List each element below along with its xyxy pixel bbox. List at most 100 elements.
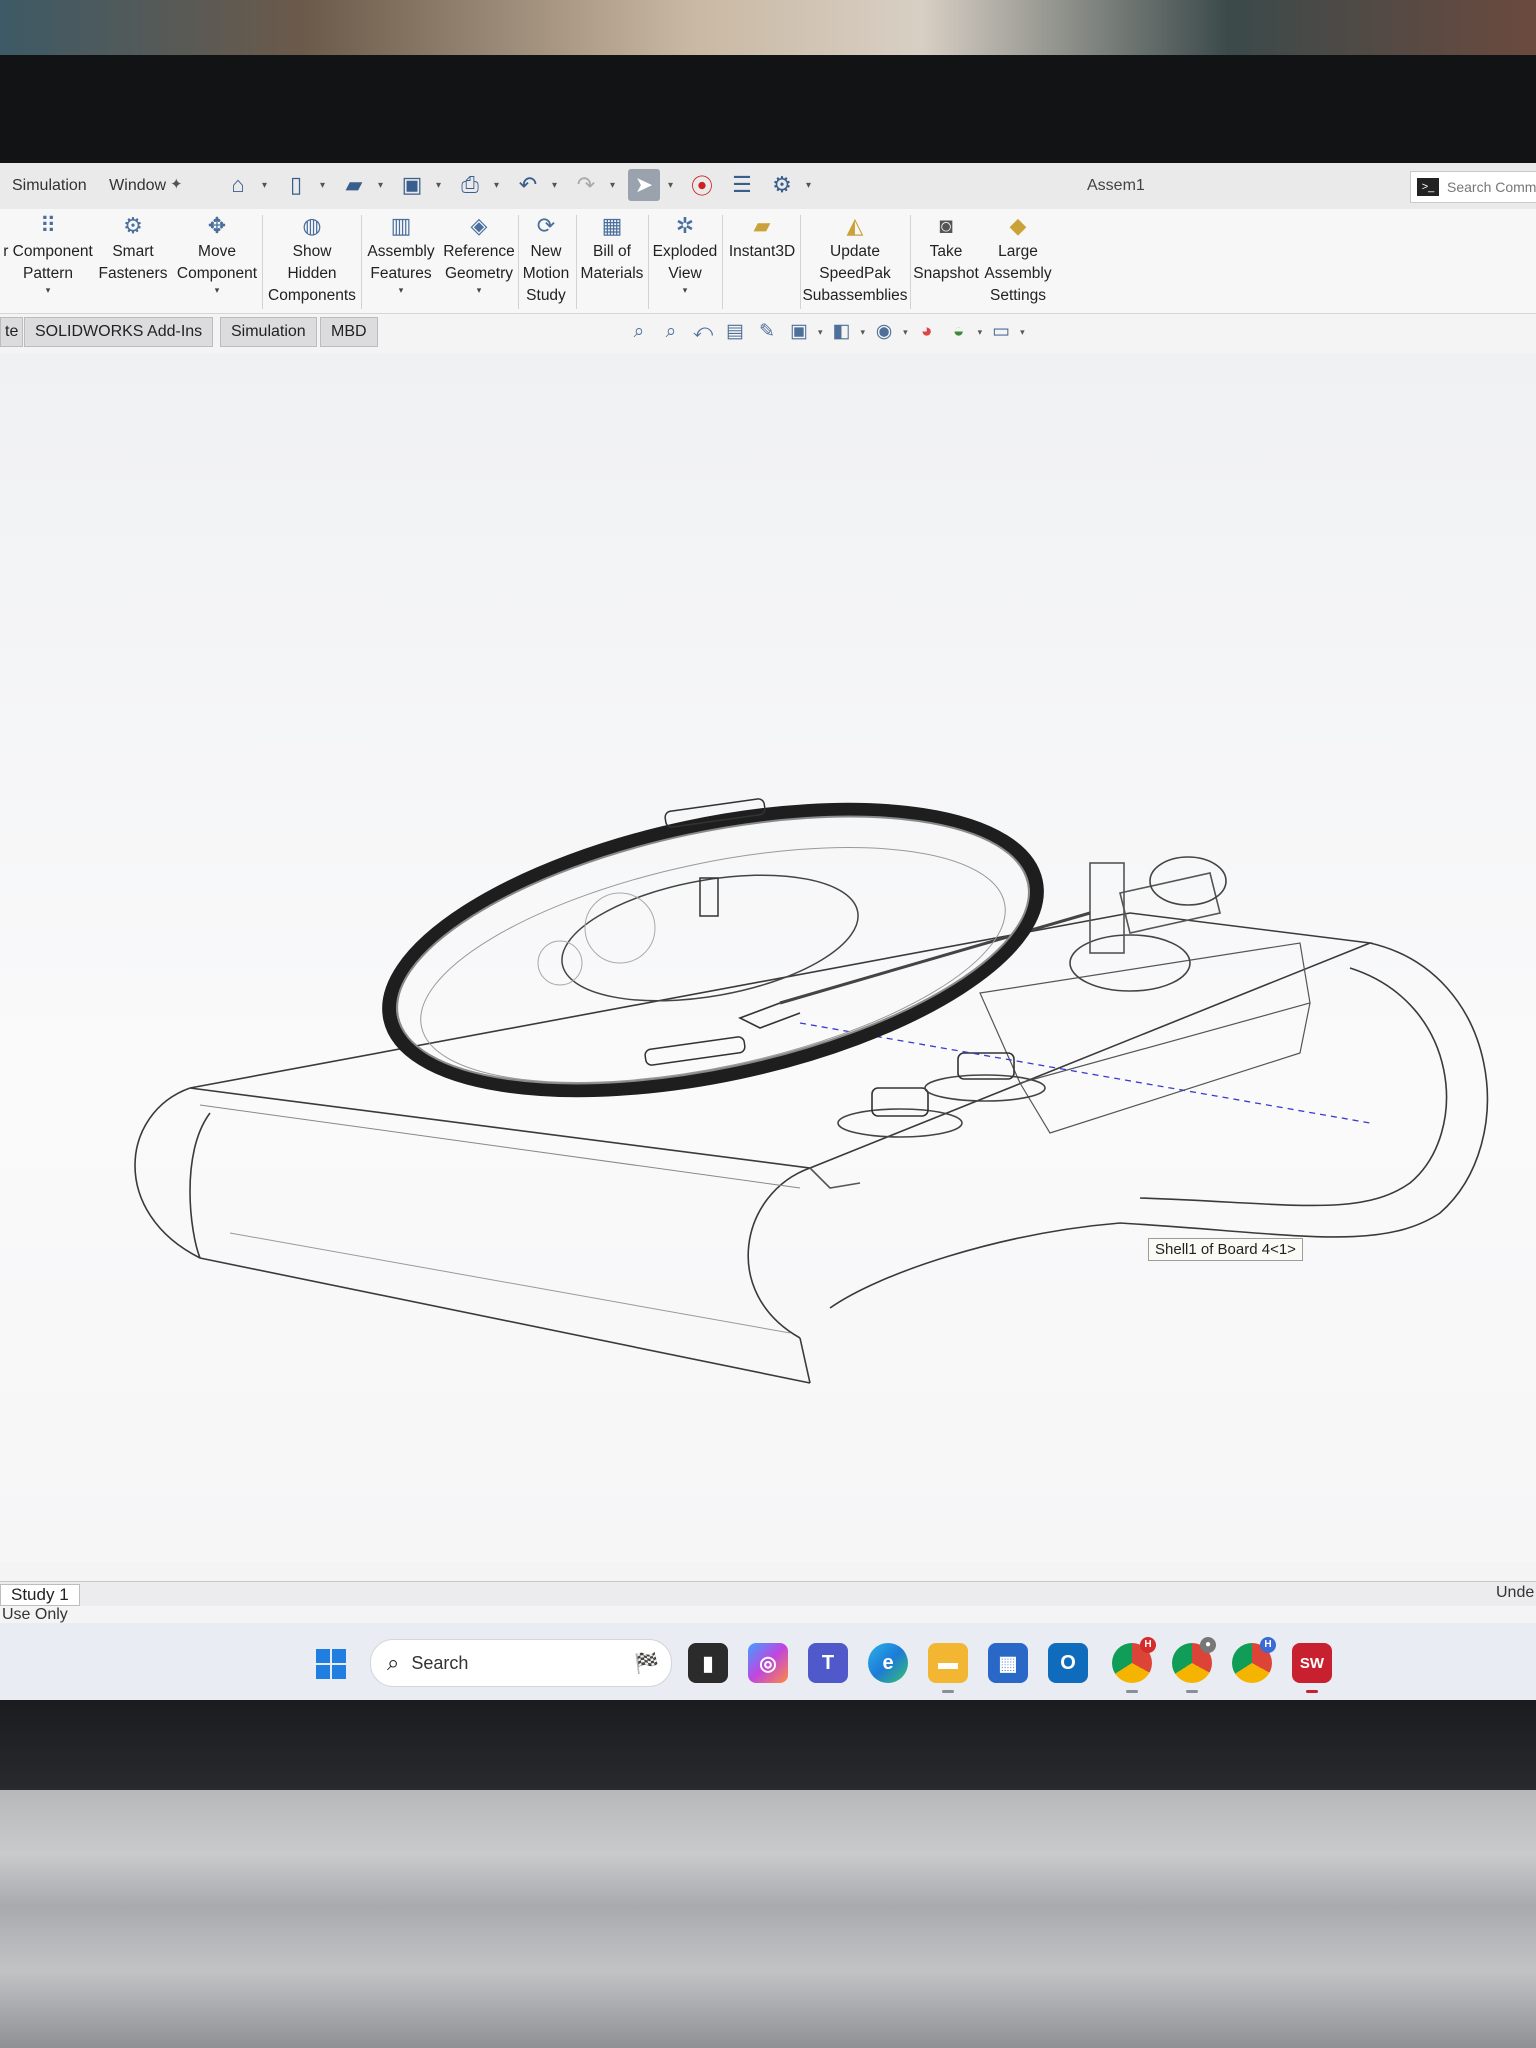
reference-geometry-label: Reference Geometry (443, 243, 515, 282)
camera-icon: ◙ (939, 213, 953, 238)
section-view-icon[interactable]: ▤ (722, 319, 748, 345)
new-document-icon[interactable]: ▯ (280, 169, 312, 201)
new-motion-study-button[interactable]: ⟳ New Motion Study (518, 213, 574, 307)
component-pattern-label: r Component Pattern (3, 243, 93, 282)
quick-access-toolbar: ⌂ ▾ ▯ ▾ ▰ ▾ ▣ ▾ ⎙ ▾ ↶ ▾ ↷ ▾ ➤ ▾ ⦿ ☰ ⚙ ▾ (222, 169, 816, 201)
edit-appearance-icon[interactable]: ◕ (914, 319, 940, 345)
tab-study-1[interactable]: Study 1 (0, 1584, 80, 1606)
smart-fasteners-icon: ⚙ (123, 213, 143, 238)
status-bar: Study 1 Unde (0, 1581, 1536, 1606)
update-speedpak-button[interactable]: ◭ Update SpeedPak Subassemblies (800, 213, 910, 307)
task-view-icon[interactable]: ▮ (688, 1643, 728, 1683)
edge-browser-icon[interactable]: e (868, 1643, 908, 1683)
speedpak-icon: ◭ (846, 213, 864, 238)
move-component-button[interactable]: ✥ Move Component ▾ (170, 213, 264, 295)
tab-solidworks-add-ins[interactable]: SOLIDWORKS Add-Ins (24, 317, 214, 347)
taskbar-search-label: Search (411, 1652, 469, 1673)
status-right-text: Unde (1496, 1584, 1535, 1601)
display-style-icon[interactable]: ◧ (829, 319, 855, 345)
pin-icon[interactable]: ✦ (170, 175, 183, 193)
instant3d-button[interactable]: ▰ Instant3D (724, 213, 800, 263)
chevron-down-icon[interactable]: ▾ (650, 285, 720, 295)
bill-of-materials-label: Bill of Materials (580, 243, 644, 282)
large-assembly-settings-label: Large Assembly Settings (984, 243, 1052, 304)
assembly-features-button[interactable]: ▥ Assembly Features ▾ (362, 213, 440, 295)
zoom-to-fit-icon[interactable]: ⌕ (626, 319, 652, 345)
turntable-wireframe-model[interactable] (0, 353, 1536, 1563)
smart-fasteners-button[interactable]: ⚙ Smart Fasteners (98, 213, 168, 285)
motion-study-icon: ⟳ (536, 213, 556, 238)
take-snapshot-label: Take Snapshot (913, 243, 979, 282)
traffic-light-icon[interactable]: ⦿ (686, 169, 718, 201)
select-cursor-icon[interactable]: ➤ (628, 169, 660, 201)
outlook-icon[interactable]: O (1048, 1643, 1088, 1683)
hide-show-items-icon[interactable]: ◉ (871, 319, 897, 345)
exploded-view-button[interactable]: ✲ Exploded View ▾ (650, 213, 720, 295)
home-icon[interactable]: ⌂ (222, 169, 254, 201)
file-explorer-icon[interactable]: ▬ (928, 1643, 968, 1693)
tab-simulation[interactable]: Simulation (220, 317, 317, 347)
reference-geometry-icon: ◈ (470, 213, 488, 238)
chrome-profile-3-icon[interactable]: H (1232, 1637, 1276, 1683)
print-icon[interactable]: ⎙ (454, 169, 486, 201)
laptop-screen: Simulation Window ✦ ⌂ ▾ ▯ ▾ ▰ ▾ ▣ ▾ ⎙ ▾ ↶ ▾ ↷ ▾… (0, 163, 1536, 1703)
copilot-icon[interactable]: ◎ (748, 1643, 788, 1683)
tab-mbd[interactable]: MBD (320, 317, 378, 347)
chevron-down-icon[interactable]: ▾ (0, 285, 96, 295)
windows-start-icon[interactable] (316, 1649, 346, 1679)
move-component-icon: ✥ (207, 213, 227, 238)
search-commands-placeholder: Search Comm (1447, 179, 1536, 195)
save-icon[interactable]: ▣ (396, 169, 428, 201)
open-folder-icon[interactable]: ▰ (338, 169, 370, 201)
reference-geometry-button[interactable]: ◈ Reference Geometry ▾ (440, 213, 518, 295)
take-snapshot-button[interactable]: ◙ Take Snapshot (910, 213, 982, 285)
menu-item-window[interactable]: Window (109, 177, 166, 194)
instant3d-icon: ▰ (753, 213, 771, 238)
previous-view-icon[interactable]: ⤺ (690, 319, 716, 345)
chevron-down-icon[interactable]: ▾ (440, 285, 518, 295)
windows-taskbar: ⌕ Search 🏁 ▮ ◎ T e ▬ ▦ O H ● H SW (0, 1623, 1536, 1701)
chrome-profile-1-icon[interactable]: H (1112, 1637, 1156, 1693)
command-prompt-icon: >_ (1417, 178, 1439, 196)
large-assembly-settings-button[interactable]: ◆ Large Assembly Settings (980, 213, 1056, 307)
component-pattern-button[interactable]: ⠿ r Component Pattern ▾ (0, 213, 96, 295)
exploded-view-label: Exploded View (652, 243, 718, 282)
smart-fasteners-label: Smart Fasteners (98, 243, 168, 282)
view-settings-icon[interactable]: ▭ (988, 319, 1014, 345)
tab-te[interactable]: te (0, 317, 24, 347)
chevron-down-icon[interactable]: ▾ (362, 285, 440, 295)
redo-icon[interactable]: ↷ (570, 169, 602, 201)
undo-icon[interactable]: ↶ (512, 169, 544, 201)
bill-of-materials-button[interactable]: ▦ Bill of Materials (576, 213, 648, 285)
chrome-profile-2-icon[interactable]: ● (1172, 1637, 1216, 1693)
file-properties-icon[interactable]: ☰ (726, 169, 758, 201)
license-text: Use Only (2, 1606, 68, 1623)
large-assembly-icon: ◆ (1009, 213, 1027, 238)
command-manager-ribbon: ⠿ r Component Pattern ▾ ⚙ Smart Fastener… (0, 209, 1536, 314)
search-icon: ⌕ (387, 1650, 400, 1675)
view-orientation-icon[interactable]: ▣ (786, 319, 812, 345)
exploded-view-icon: ✲ (675, 213, 695, 238)
microsoft-store-icon[interactable]: ▦ (988, 1643, 1028, 1683)
graphics-area[interactable]: Shell1 of Board 4<1> ➜ x (0, 353, 1536, 1698)
teams-icon[interactable]: T (808, 1643, 848, 1683)
menu-item-simulation[interactable]: Simulation (12, 177, 87, 194)
apply-scene-icon[interactable]: ◒ (946, 319, 972, 345)
new-motion-study-label: New Motion Study (522, 243, 570, 304)
show-hidden-components-button[interactable]: ◍ Show Hidden Components (264, 213, 360, 307)
search-commands-field[interactable]: >_ Search Comm (1410, 171, 1536, 203)
dynamic-annotation-icon[interactable]: ✎ (754, 319, 780, 345)
chevron-down-icon[interactable]: ▾ (170, 285, 264, 295)
assembly-features-icon: ▥ (390, 213, 412, 238)
options-gear-icon[interactable]: ⚙ (766, 169, 798, 201)
show-hidden-components-label: Show Hidden Components (268, 243, 356, 304)
show-hidden-icon: ◍ (302, 213, 322, 238)
document-title: Assem1 (1087, 177, 1145, 194)
move-component-label: Move Component (176, 243, 258, 282)
solidworks-app-icon[interactable]: SW (1292, 1643, 1332, 1693)
instant3d-label: Instant3D (728, 243, 796, 260)
update-speedpak-label: Update SpeedPak Subassemblies (802, 243, 908, 304)
zoom-to-area-icon[interactable]: ⌕ (658, 319, 684, 345)
menu-bar: Simulation Window (12, 177, 184, 195)
taskbar-search-box[interactable]: ⌕ Search 🏁 (370, 1639, 672, 1687)
